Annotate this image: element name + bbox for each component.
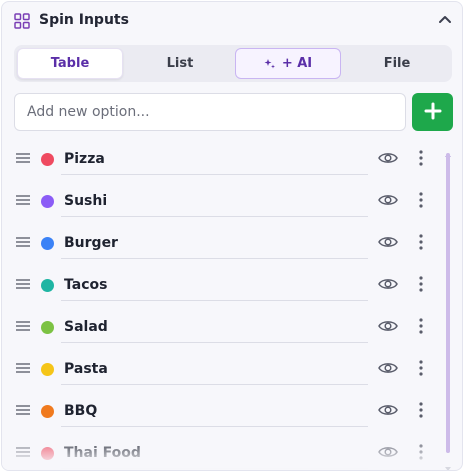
add-option-input[interactable] — [14, 93, 406, 131]
scroll-up-arrow-icon[interactable] — [445, 143, 451, 157]
panel-title: Spin Inputs — [39, 12, 129, 28]
drag-handle-icon[interactable] — [15, 317, 31, 331]
tab-ai[interactable]: + AI — [235, 48, 341, 79]
plus-icon — [424, 102, 442, 123]
option-label: Pizza — [64, 151, 105, 167]
add-option-button[interactable] — [412, 93, 453, 131]
tab-table[interactable]: Table — [17, 48, 123, 79]
option-label: Salad — [64, 319, 108, 335]
list-item: Pasta — [2, 349, 442, 391]
spin-inputs-panel: Spin Inputs Table List + AI File Add new… — [1, 1, 463, 471]
option-divider — [61, 468, 368, 469]
option-color-dot — [41, 195, 54, 208]
more-options-icon[interactable] — [415, 401, 427, 419]
option-divider — [61, 300, 368, 301]
tab-file[interactable]: File — [344, 48, 450, 79]
option-color-dot — [41, 363, 54, 376]
list-item: Salad — [2, 307, 442, 349]
input-mode-tabs: Table List + AI File — [14, 45, 452, 82]
option-label: BBQ — [64, 403, 98, 419]
add-option-row — [14, 93, 454, 131]
tab-list[interactable]: List — [127, 48, 233, 79]
more-options-icon[interactable] — [415, 191, 427, 209]
eye-icon[interactable] — [378, 276, 398, 292]
options-scrollbar[interactable] — [444, 143, 452, 470]
more-options-icon[interactable] — [415, 317, 427, 335]
panel-header: Spin Inputs — [2, 2, 462, 40]
option-divider — [61, 258, 368, 259]
chevron-up-icon[interactable] — [436, 11, 454, 29]
option-label: Burger — [64, 235, 118, 251]
eye-icon[interactable] — [378, 402, 398, 418]
option-divider — [61, 384, 368, 385]
option-label: Tacos — [64, 277, 108, 293]
eye-icon[interactable] — [378, 234, 398, 250]
list-item: Sushi — [2, 181, 442, 223]
option-label: Sushi — [64, 193, 108, 209]
sparkle-icon — [264, 58, 276, 70]
list-item: BBQ — [2, 391, 442, 433]
eye-icon[interactable] — [378, 318, 398, 334]
list-item: Tacos — [2, 265, 442, 307]
list-item: Thai Food — [2, 433, 442, 470]
option-label: Thai Food — [64, 445, 141, 461]
more-options-icon[interactable] — [415, 275, 427, 293]
scroll-down-arrow-icon[interactable] — [445, 457, 451, 470]
option-color-dot — [41, 321, 54, 334]
more-options-icon[interactable] — [415, 359, 427, 377]
drag-handle-icon[interactable] — [15, 233, 31, 247]
more-options-icon[interactable] — [415, 149, 427, 167]
drag-handle-icon[interactable] — [15, 359, 31, 373]
eye-icon[interactable] — [378, 150, 398, 166]
option-color-dot — [41, 153, 54, 166]
drag-handle-icon[interactable] — [15, 443, 31, 457]
option-label: Pasta — [64, 361, 108, 377]
options-list: Pizza Sushi Burger Tacos Salad Pasta BBQ… — [2, 139, 442, 470]
list-item: Burger — [2, 223, 442, 265]
drag-handle-icon[interactable] — [15, 401, 31, 415]
option-color-dot — [41, 237, 54, 250]
scroll-thumb[interactable] — [446, 153, 450, 453]
drag-handle-icon[interactable] — [15, 149, 31, 163]
option-color-dot — [41, 447, 54, 460]
more-options-icon[interactable] — [415, 443, 427, 461]
option-divider — [61, 342, 368, 343]
option-divider — [61, 174, 368, 175]
eye-icon[interactable] — [378, 192, 398, 208]
grid-icon — [14, 13, 30, 29]
eye-icon[interactable] — [378, 360, 398, 376]
option-divider — [61, 216, 368, 217]
option-color-dot — [41, 405, 54, 418]
list-item: Pizza — [2, 139, 442, 181]
eye-icon[interactable] — [378, 444, 398, 460]
drag-handle-icon[interactable] — [15, 275, 31, 289]
drag-handle-icon[interactable] — [15, 191, 31, 205]
more-options-icon[interactable] — [415, 233, 427, 251]
option-divider — [61, 426, 368, 427]
option-color-dot — [41, 279, 54, 292]
